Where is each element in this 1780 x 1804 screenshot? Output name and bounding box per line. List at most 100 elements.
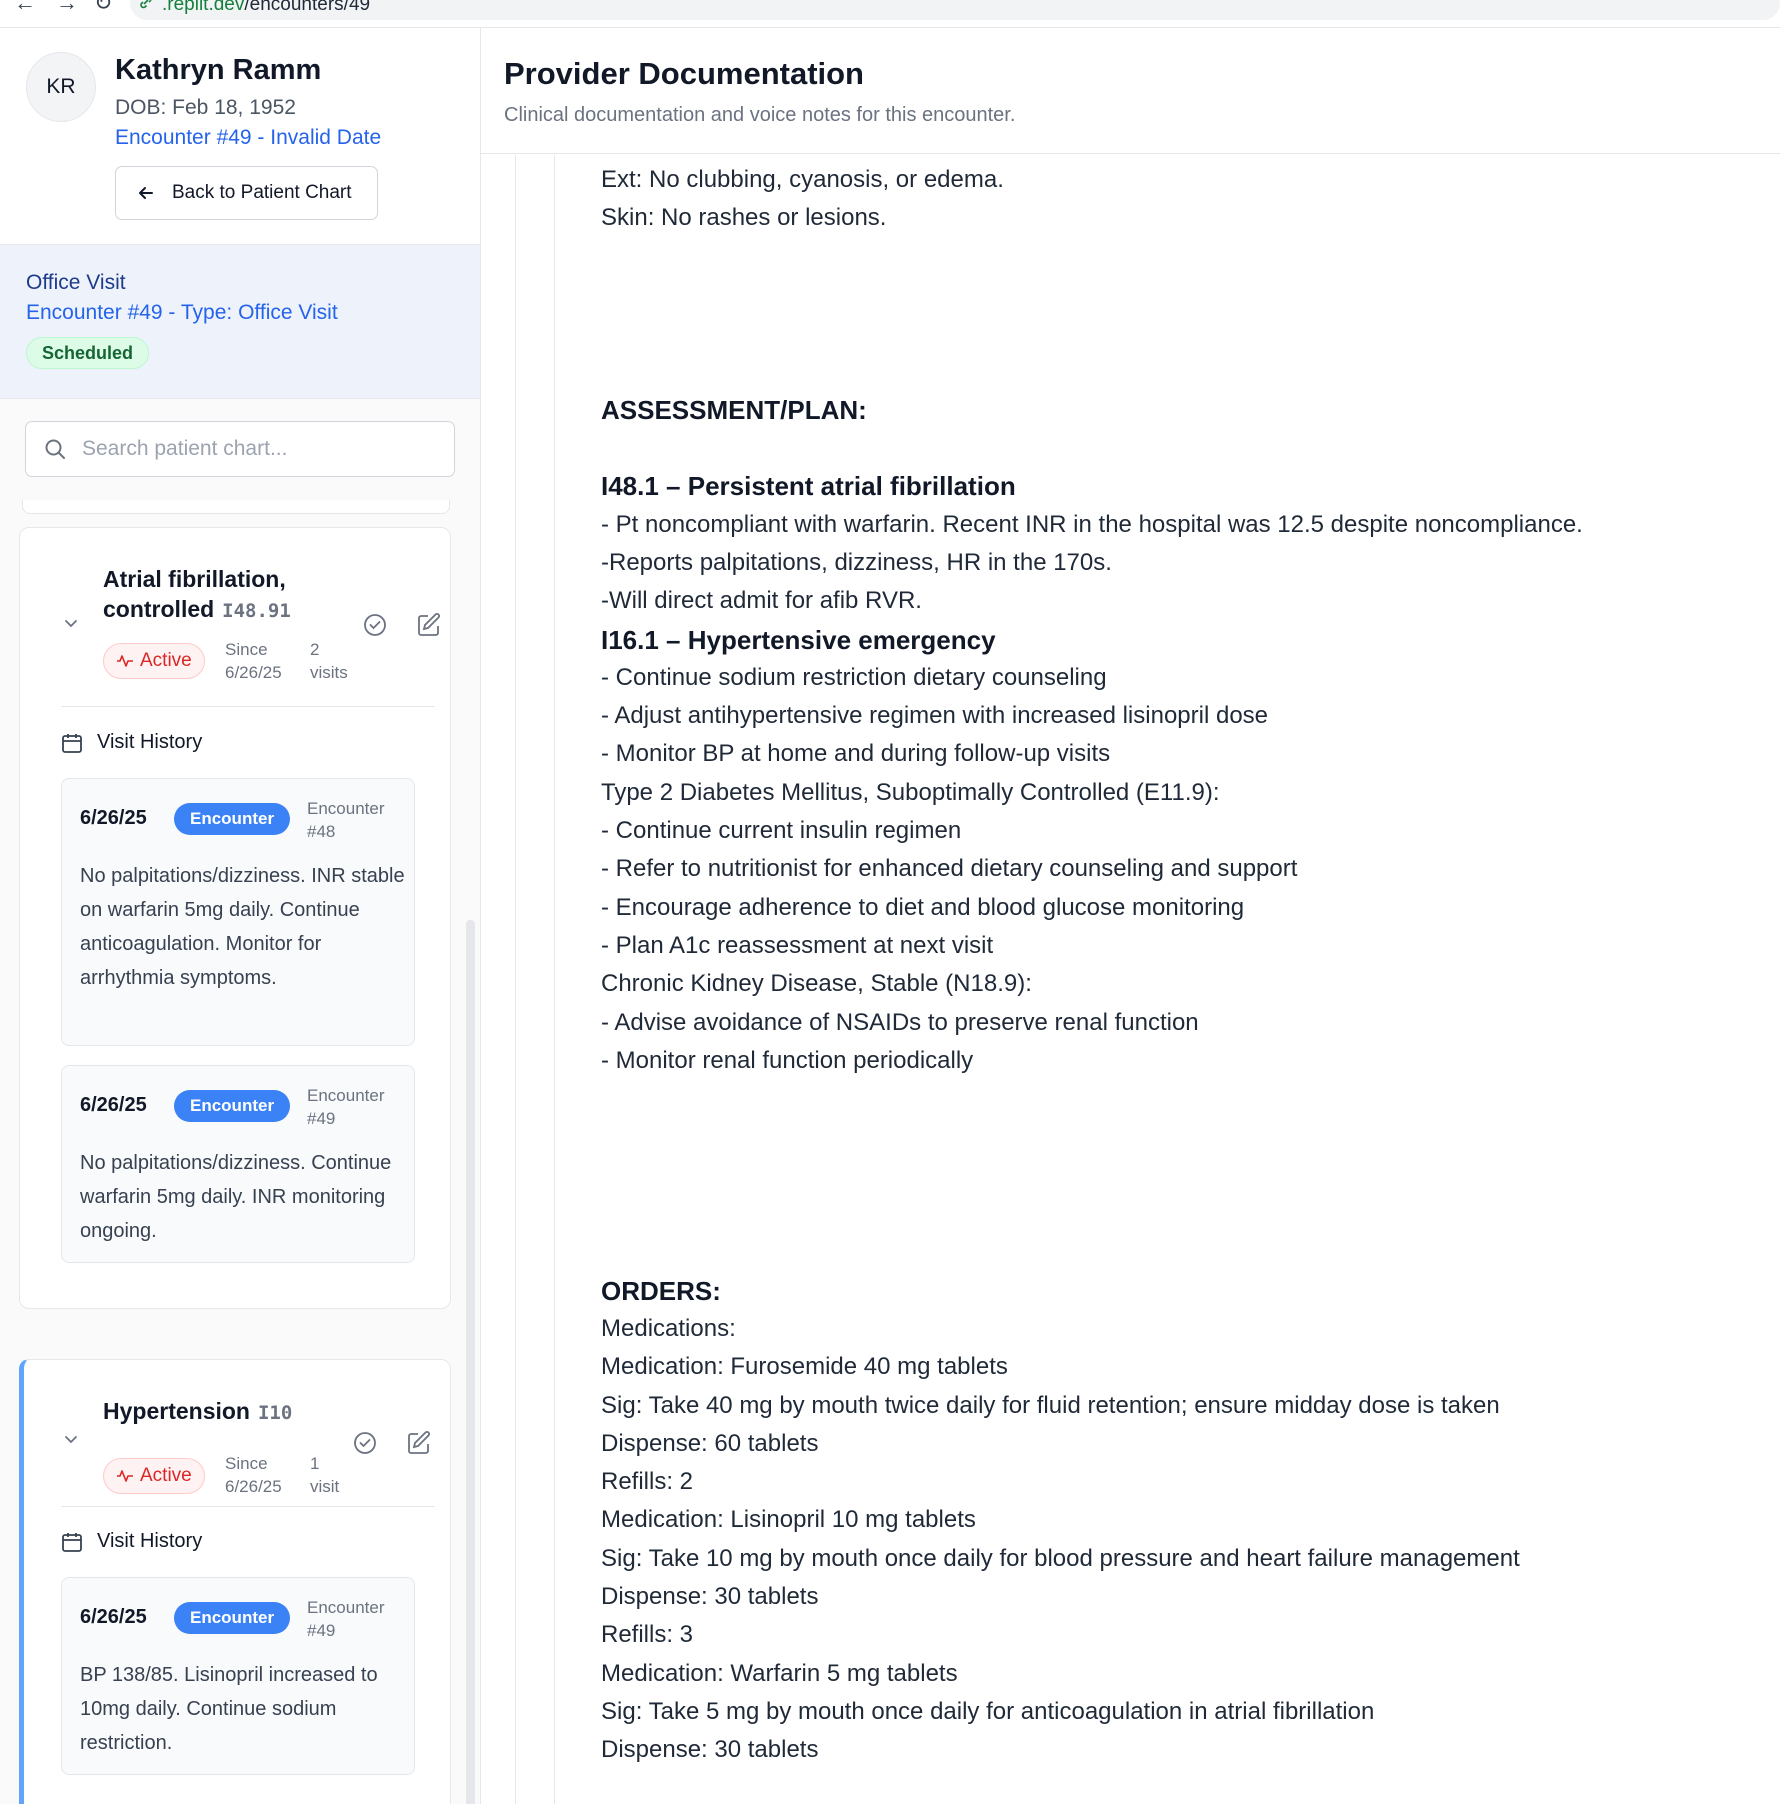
note-line (601, 352, 1751, 390)
note-section-heading: I48.1 – Persistent atrial fibrillation (601, 471, 1016, 502)
note-editor[interactable]: Ext: No clubbing, cyanosis, or edema. Ski… (554, 155, 1780, 1804)
address-bar[interactable]: .replit.dev/encounters/49 (130, 0, 1780, 20)
chevron-down-icon[interactable] (62, 1430, 80, 1448)
note-line: Ext: No clubbing, cyanosis, or edema. (601, 166, 1004, 193)
note-line: - Pt noncompliant with warfarin. Recent … (601, 510, 1583, 538)
visit-note: BP 138/85. Lisinopril increased to 10mg … (80, 1664, 378, 1754)
note-line: - Monitor renal function periodically (601, 1046, 974, 1074)
reload-icon[interactable]: ↻ (94, 0, 112, 16)
note-line (601, 1233, 1751, 1271)
encounter-badge: Encounter (174, 1090, 291, 1122)
problem-card-previous (22, 500, 450, 514)
note-line: - Continue sodium restriction dietary co… (601, 663, 1107, 691)
divider (61, 1506, 435, 1507)
visit-history-item[interactable]: 6/26/25 Encounter Encounter #49 BP 138/85… (61, 1577, 415, 1775)
patient-dob: DOB: Feb 18, 1952 (115, 96, 296, 119)
documentation-header: Provider Documentation Clinical document… (481, 28, 1780, 154)
search-input[interactable] (82, 437, 422, 461)
icd-code: I10 (257, 1402, 293, 1424)
note-line: Medication: Furosemide 40 mg tablets (601, 1353, 1008, 1381)
note-line (601, 1118, 1751, 1156)
browser-toolbar: ← → ↻ .replit.dev/encounters/49 (0, 0, 1780, 28)
note-line: Refills: 2 (601, 1468, 694, 1496)
note-line: Dispense: 30 tablets (601, 1582, 819, 1610)
problem-title: Hypertension I10 (103, 1398, 293, 1424)
note-section-heading: ASSESSMENT/PLAN: (601, 394, 867, 425)
note-line: -Will direct admit for afib RVR. (601, 587, 922, 615)
patient-sidebar: KR Kathryn Ramm DOB: Feb 18, 1952 Encoun… (0, 28, 481, 1804)
note-line: - Adjust antihypertensive regimen with i… (601, 702, 1269, 730)
note-section-heading: ORDERS: (601, 1275, 721, 1306)
visit-type-title: Office Visit (26, 271, 126, 294)
back-button-label: Back to Patient Chart (172, 182, 352, 203)
problem-card-afib: Atrial fibrillation, controlled I48.91 Ac… (19, 527, 451, 1309)
note-line: Sig: Take 5 mg by mouth once daily for a… (601, 1697, 1375, 1725)
icd-code: I48.91 (222, 600, 291, 622)
activity-icon (117, 655, 133, 667)
visit-note: No palpitations/dizziness. INR stable on… (80, 865, 405, 989)
visit-history-item[interactable]: 6/26/25 Encounter Encounter #48 No palpit… (61, 778, 415, 1046)
back-to-chart-button[interactable]: Back to Patient Chart (115, 166, 378, 220)
encounter-number[interactable]: Encounter #49 (307, 1596, 407, 1642)
visit-history-heading: Visit History (61, 731, 202, 754)
encounter-number[interactable]: Encounter #49 (307, 1084, 407, 1130)
divider (61, 706, 435, 707)
note-line: Medications: (601, 1314, 736, 1342)
page-title: Provider Documentation (504, 56, 864, 91)
forward-arrow-icon[interactable]: → (56, 0, 78, 16)
note-line: Dispense: 60 tablets (601, 1429, 819, 1457)
encounter-link[interactable]: Encounter #49 - Invalid Date (115, 126, 381, 150)
note-line: Medication: Lisinopril 10 mg tablets (601, 1506, 976, 1534)
problem-title: Atrial fibrillation, controlled I48.91 (103, 566, 291, 622)
note-line (601, 276, 1751, 314)
visit-count: 1 visit (310, 1454, 340, 1496)
calendar-icon (62, 1532, 82, 1552)
status-badge: Scheduled (26, 337, 150, 369)
editor-frame: Ext: No clubbing, cyanosis, or edema. Ski… (515, 155, 1780, 1804)
search-icon (45, 439, 65, 459)
note-line (601, 1157, 1751, 1195)
arrow-left-icon (139, 187, 153, 199)
documentation-panel: Provider Documentation Clinical document… (481, 28, 1780, 1804)
note-line: - Monitor BP at home and during follow-u… (601, 740, 1111, 768)
note-line (601, 238, 1751, 276)
since-date: Since 6/26/25 (225, 1454, 282, 1496)
note-text[interactable]: Ext: No clubbing, cyanosis, or edema. Ski… (601, 161, 1751, 1769)
visit-type-subtitle: Encounter #49 - Type: Office Visit (26, 301, 338, 324)
note-section-heading: I16.1 – Hypertensive emergency (601, 624, 996, 655)
page-subtitle: Clinical documentation and voice notes f… (504, 104, 1016, 126)
encounter-number[interactable]: Encounter #48 (307, 797, 407, 843)
note-line (601, 314, 1751, 352)
problem-card-hypertension: Hypertension I10 Active Since 6/26/25 1 vis… (19, 1359, 451, 1804)
visit-history-heading: Visit History (61, 1530, 202, 1553)
note-line: - Plan A1c reassessment at next visit (601, 931, 994, 959)
encounter-badge: Encounter (174, 1602, 291, 1634)
patient-name: Kathryn Ramm (115, 54, 322, 86)
active-badge: Active (103, 1458, 205, 1494)
note-line: Sig: Take 40 mg by mouth twice daily for… (601, 1391, 1500, 1419)
avatar: KR (26, 52, 96, 122)
visit-summary: Office Visit Encounter #49 - Type: Offic… (0, 245, 480, 399)
note-line: Dispense: 30 tablets (601, 1736, 819, 1764)
patient-header: KR Kathryn Ramm DOB: Feb 18, 1952 Encoun… (0, 28, 480, 245)
problem-list: Atrial fibrillation, controlled I48.91 Ac… (0, 500, 480, 1804)
note-line: Medication: Warfarin 5 mg tablets (601, 1659, 958, 1687)
resolve-check-icon[interactable] (352, 1430, 378, 1456)
edit-icon[interactable] (416, 612, 442, 638)
activity-icon (117, 1470, 133, 1482)
note-line: - Advise avoidance of NSAIDs to preserve… (601, 1008, 1199, 1036)
visit-date: 6/26/25 (80, 1094, 147, 1116)
edit-icon[interactable] (406, 1430, 432, 1456)
note-line: -Reports palpitations, dizziness, HR in … (601, 548, 1112, 576)
back-arrow-icon[interactable]: ← (14, 0, 36, 16)
calendar-icon (62, 733, 82, 753)
chart-search[interactable] (25, 421, 455, 477)
note-line: Chronic Kidney Disease, Stable (N18.9): (601, 970, 1032, 998)
visit-history-item[interactable]: 6/26/25 Encounter Encounter #49 No palpit… (61, 1065, 415, 1263)
resolve-check-icon[interactable] (362, 612, 388, 638)
note-line: - Continue current insulin regimen (601, 817, 962, 845)
sidebar-scrollbar[interactable] (466, 920, 475, 1804)
chevron-down-icon[interactable] (62, 614, 80, 632)
visit-date: 6/26/25 (80, 807, 147, 829)
url-text: .replit.dev/encounters/49 (162, 0, 371, 15)
